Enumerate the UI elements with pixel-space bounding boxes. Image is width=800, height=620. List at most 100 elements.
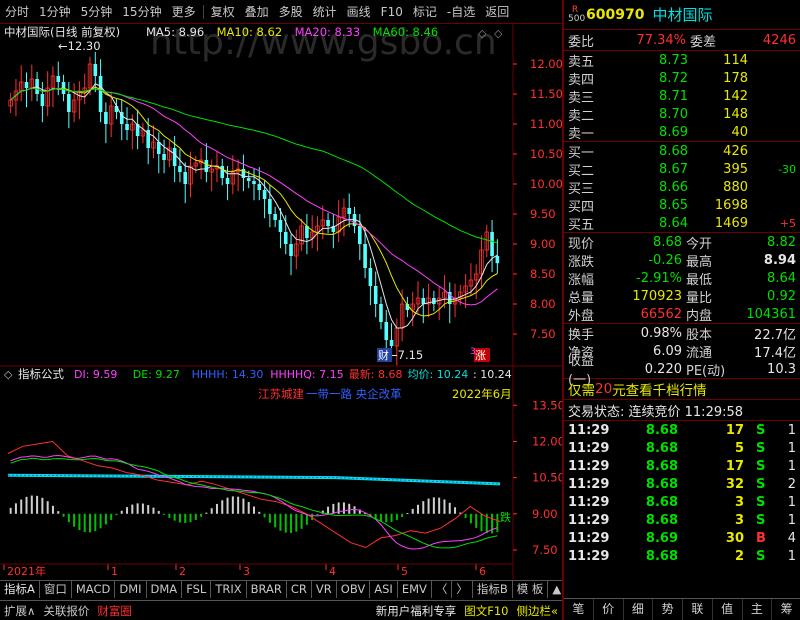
stock-code[interactable]: 600970	[586, 7, 644, 23]
quote-tab-4[interactable]: 联	[683, 599, 713, 620]
toolbar-button-7[interactable]: 多股	[274, 0, 308, 24]
candle-body	[363, 244, 367, 268]
indicator-tab-5[interactable]: FSL	[182, 581, 212, 598]
indicator-tab-12[interactable]: EMV	[398, 581, 432, 598]
status-item-5[interactable]: 侧边栏«	[512, 603, 562, 619]
status-item-1[interactable]: 关联报价	[39, 603, 93, 619]
indicator-tab-0[interactable]: 指标A	[0, 581, 40, 598]
diamond-icon[interactable]: ◇	[478, 27, 487, 40]
indicator-tab-7[interactable]: BRAR	[247, 581, 287, 598]
cai-marker[interactable]: 财	[378, 348, 389, 362]
candle-body	[326, 220, 330, 226]
indicator-bar	[41, 497, 44, 514]
indicator-tab-2[interactable]: MACD	[72, 581, 116, 598]
fund-value-2: 22.7亿	[754, 327, 796, 343]
stat-label-2: 量比	[686, 290, 713, 306]
ask-row[interactable]: 卖四 8.72 178	[564, 69, 800, 88]
toolbar-button-8[interactable]: 统计	[308, 0, 342, 24]
ask-label: 卖五	[568, 54, 595, 70]
date-note: 2022年6月	[452, 387, 512, 401]
fund-value-2: 17.4亿	[754, 345, 796, 361]
quote-tab-5[interactable]: 值	[713, 599, 743, 620]
ask-row[interactable]: 卖五 8.73 114	[564, 51, 800, 70]
toolbar-button-6[interactable]: 叠加	[240, 0, 274, 24]
indicator-tab-15[interactable]: 指标B	[473, 581, 513, 598]
bid-row[interactable]: 买一 8.68 426	[564, 142, 800, 161]
quote-tab-7[interactable]: 筹	[772, 599, 800, 620]
toolbar-button-1[interactable]: 1分钟	[34, 0, 76, 24]
indicator-tab-14[interactable]: 〉	[452, 581, 473, 598]
tick-price: 8.68	[645, 512, 678, 528]
indicator-collapse-icon[interactable]: ◇	[4, 368, 13, 381]
ask-row[interactable]: 卖一 8.69 40	[564, 123, 800, 142]
candle-body	[421, 298, 426, 304]
bid-row[interactable]: 买三 8.66 880	[564, 178, 800, 197]
toolbar-button-13[interactable]: 返回	[480, 0, 514, 24]
indicator-tab-3[interactable]: DMI	[115, 581, 147, 598]
indicator-tab-13[interactable]: 〈	[432, 581, 453, 598]
toolbar-button-3[interactable]: 15分钟	[117, 0, 166, 24]
status-item-4[interactable]: 图文F10	[460, 603, 512, 619]
toolbar-button-10[interactable]: F10	[376, 0, 408, 24]
tick-time: 11:29	[568, 548, 610, 564]
collapse-icon[interactable]: ◇	[494, 27, 503, 40]
indicator-bar	[348, 503, 351, 514]
indicator-y-tick: 13.50	[532, 398, 562, 412]
candle-body	[183, 172, 188, 184]
indicator-bar	[184, 513, 187, 524]
bid-row[interactable]: 买四 8.65 1698	[564, 196, 800, 215]
indicator-tab-8[interactable]: CR	[287, 581, 312, 598]
candle-body	[358, 226, 362, 244]
indicator-tab-10[interactable]: OBV	[337, 581, 371, 598]
candle-body	[162, 154, 166, 160]
indicator-bar	[57, 511, 60, 514]
toolbar-button-4[interactable]: 更多	[167, 0, 201, 24]
quote-tab-3[interactable]: 势	[653, 599, 683, 620]
ask-label: 卖三	[568, 90, 595, 106]
chart-svg[interactable]: http://www.gsbo.cn中材国际(日线 前复权) MA5: 8.96 M…	[0, 24, 562, 580]
status-item-0[interactable]: 扩展∧	[0, 603, 39, 619]
bid-label: 买四	[568, 199, 595, 215]
fund-label: 换手	[568, 327, 595, 343]
indicator-bar	[215, 503, 218, 514]
indicator-bar	[104, 513, 107, 525]
stock-name[interactable]: 中材国际	[652, 4, 712, 25]
bid-row[interactable]: 买五 8.64 1469 +5	[564, 214, 800, 233]
indicator-tab-9[interactable]: VR	[312, 581, 337, 598]
indicator-tab-16[interactable]: 模 板	[513, 581, 549, 598]
ask-price: 8.71	[659, 88, 688, 104]
indicator-tab-11[interactable]: ASI	[370, 581, 398, 598]
toolbar-button-9[interactable]: 画线	[342, 0, 376, 24]
toolbar-button-5[interactable]: 复权	[206, 0, 240, 24]
quote-tab-6[interactable]: 主	[743, 599, 773, 620]
quote-tab-0[interactable]: 笔	[564, 599, 594, 620]
stat-row: 涨幅 -2.91% 最低 8.64	[564, 269, 800, 288]
zhang-marker[interactable]: 涨	[475, 349, 486, 362]
toolbar-button-12[interactable]: -自选	[442, 0, 480, 24]
indicator-title[interactable]: 指标公式	[18, 367, 64, 381]
toolbar-button-11[interactable]: 标记	[408, 0, 442, 24]
status-item-3[interactable]: 新用户福利专享	[372, 603, 461, 619]
indicator-tab-1[interactable]: 窗口	[40, 581, 72, 598]
tick-side: S	[756, 458, 766, 474]
indicator-tab-6[interactable]: TRIX	[211, 581, 247, 598]
bid-row[interactable]: 买二 8.67 395 -30	[564, 160, 800, 179]
tick-volume: 30	[725, 530, 744, 546]
ask-row[interactable]: 卖三 8.71 142	[564, 87, 800, 106]
indicator-label-2: HHHH: 14.30	[192, 368, 264, 381]
high-marker: ←12.30	[58, 39, 101, 53]
promo-row[interactable]: 仅需 20 元查看千档行情	[564, 379, 800, 399]
quote-tab-2[interactable]: 细	[624, 599, 654, 620]
ask-volume: 114	[723, 52, 748, 68]
toolbar-button-0[interactable]: 分时	[0, 0, 34, 24]
ask-row[interactable]: 卖二 8.70 148	[564, 105, 800, 124]
indicator-tab-4[interactable]: DMA	[147, 581, 183, 598]
quote-tab-1[interactable]: 价	[594, 599, 624, 620]
indicator-bar	[115, 513, 118, 516]
main-y-tick: 11.00	[530, 117, 562, 131]
tick-row: 11:29 8.68 32 S 2	[564, 475, 800, 493]
promo-num: 20	[595, 381, 613, 397]
toolbar-button-2[interactable]: 5分钟	[76, 0, 118, 24]
chart-area[interactable]: http://www.gsbo.cn 中材国际(日线 前复权) MA5: 8.96 M…	[0, 24, 562, 596]
status-item-2[interactable]: 财富圈	[93, 603, 136, 619]
